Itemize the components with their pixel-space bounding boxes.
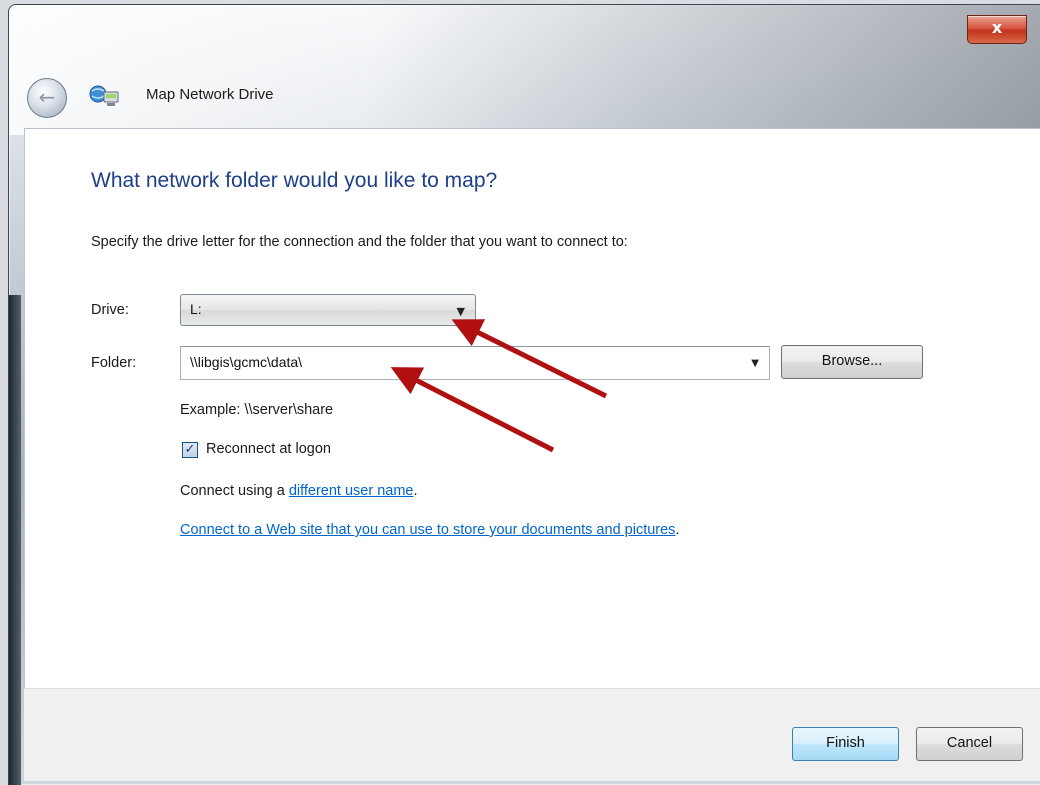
- reconnect-label[interactable]: Reconnect at logon: [206, 441, 331, 457]
- web-site-suffix: .: [675, 522, 680, 538]
- drive-label: Drive:: [91, 302, 129, 318]
- window-title: Map Network Drive: [146, 86, 274, 103]
- back-arrow-icon: ←: [38, 85, 56, 109]
- window-frame-edge: [9, 295, 21, 785]
- reconnect-checkbox[interactable]: ✓: [182, 442, 198, 458]
- web-site-link[interactable]: Connect to a Web site that you can use t…: [180, 522, 675, 538]
- browse-button[interactable]: Browse...: [781, 345, 923, 379]
- instructions-text: Specify the drive letter for the connect…: [91, 234, 628, 250]
- close-icon: x: [991, 18, 1003, 37]
- finish-button[interactable]: Finish: [792, 727, 899, 761]
- title-bar-glass: [9, 5, 1040, 135]
- network-drive-icon: [89, 85, 119, 106]
- close-button[interactable]: x: [967, 15, 1027, 44]
- content-pane: [24, 128, 1040, 689]
- chevron-down-icon: ▼: [456, 305, 465, 318]
- connect-using-line: Connect using a different user name.: [180, 483, 418, 499]
- page-heading: What network folder would you like to ma…: [91, 169, 498, 192]
- back-button[interactable]: ←: [27, 78, 67, 118]
- chevron-down-icon[interactable]: ▼: [751, 358, 759, 369]
- web-site-line: Connect to a Web site that you can use t…: [180, 522, 679, 538]
- connect-prefix-text: Connect using a: [180, 483, 289, 499]
- cancel-button[interactable]: Cancel: [916, 727, 1023, 761]
- different-user-name-link[interactable]: different user name: [289, 483, 414, 499]
- folder-input[interactable]: \\libgis\gcmc\data\ ▼: [180, 346, 770, 380]
- connect-suffix-text: .: [413, 483, 418, 499]
- drive-select[interactable]: L: ▼: [180, 294, 476, 326]
- example-text: Example: \\server\share: [180, 402, 334, 418]
- folder-label: Folder:: [91, 355, 137, 371]
- drive-select-value: L:: [190, 301, 202, 317]
- folder-input-value: \\libgis\gcmc\data\: [190, 354, 303, 370]
